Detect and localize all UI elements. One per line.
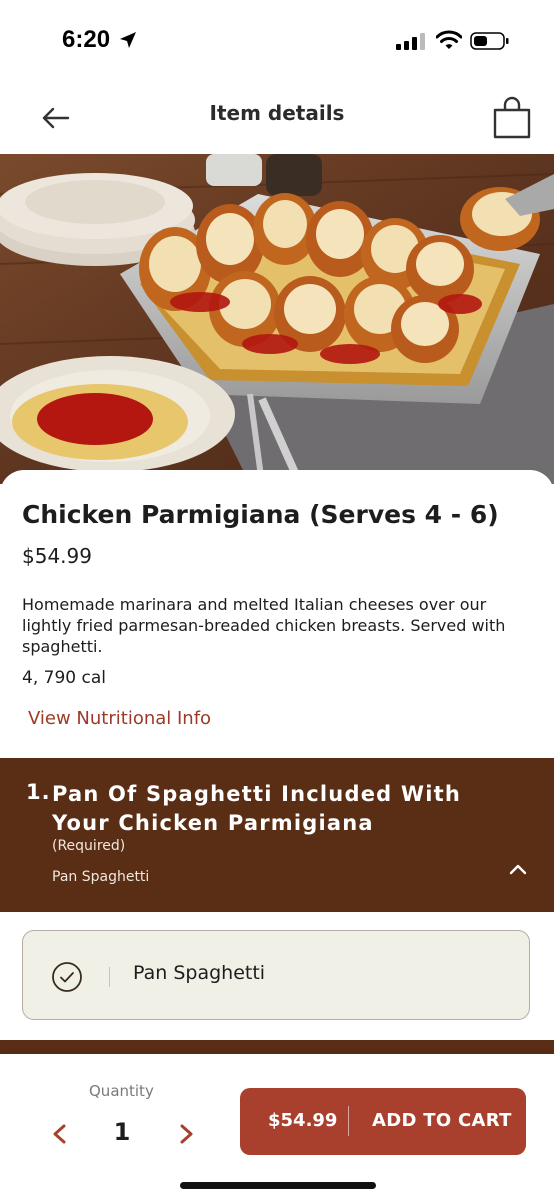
battery-icon [470,32,509,50]
chevron-up-icon[interactable] [506,858,530,882]
location-arrow-icon [120,32,136,48]
cart-divider [348,1106,349,1136]
status-bar: 6:20 [0,0,554,80]
chicken-parmigiana-image [0,154,554,484]
check-circle-icon [52,962,82,992]
section-number: 1. [26,780,51,804]
page-title: Item details [209,101,345,125]
item-photo [0,154,554,484]
section-selected-value: Pan Spaghetti [52,869,150,885]
app-header: Item details [0,80,554,154]
chevron-right-icon[interactable] [174,1122,198,1146]
cart-price: $54.99 [268,1110,338,1131]
wifi-icon [436,30,462,49]
item-name: Chicken Parmigiana (Serves 4 - 6) [22,500,499,529]
quantity-value: 1 [113,1118,131,1146]
option-label: Pan Spaghetti [133,962,266,984]
bottom-action-bar: Quantity 1 $54.99 ADD TO CART [0,1054,554,1200]
item-description: Homemade marinara and melted Italian che… [22,595,506,656]
status-time: 6:20 [62,26,111,53]
shopping-bag-icon[interactable] [490,96,534,140]
quantity-label: Quantity [89,1082,154,1100]
section-required-label: (Required) [52,838,126,854]
options-list: Pan Spaghetti [0,912,554,1040]
chevron-left-icon[interactable] [48,1122,72,1146]
item-info-card: Chicken Parmigiana (Serves 4 - 6) $54.99… [0,470,554,760]
add-to-cart-label: ADD TO CART [372,1110,512,1131]
section-title: Pan Of Spaghetti Included With Your Chic… [52,782,462,835]
cellular-signal-icon [396,33,425,50]
item-calories: 4, 790 cal [22,668,106,688]
option-section-header[interactable]: 1. Pan Of Spaghetti Included With Your C… [0,758,554,912]
view-nutritional-info-link[interactable]: View Nutritional Info [28,708,211,729]
add-to-cart-button[interactable]: $54.99 ADD TO CART [240,1088,526,1155]
item-price: $54.99 [22,544,92,568]
option-pan-spaghetti[interactable]: Pan Spaghetti [22,930,530,1020]
home-indicator [180,1182,376,1189]
option-divider [109,967,110,987]
